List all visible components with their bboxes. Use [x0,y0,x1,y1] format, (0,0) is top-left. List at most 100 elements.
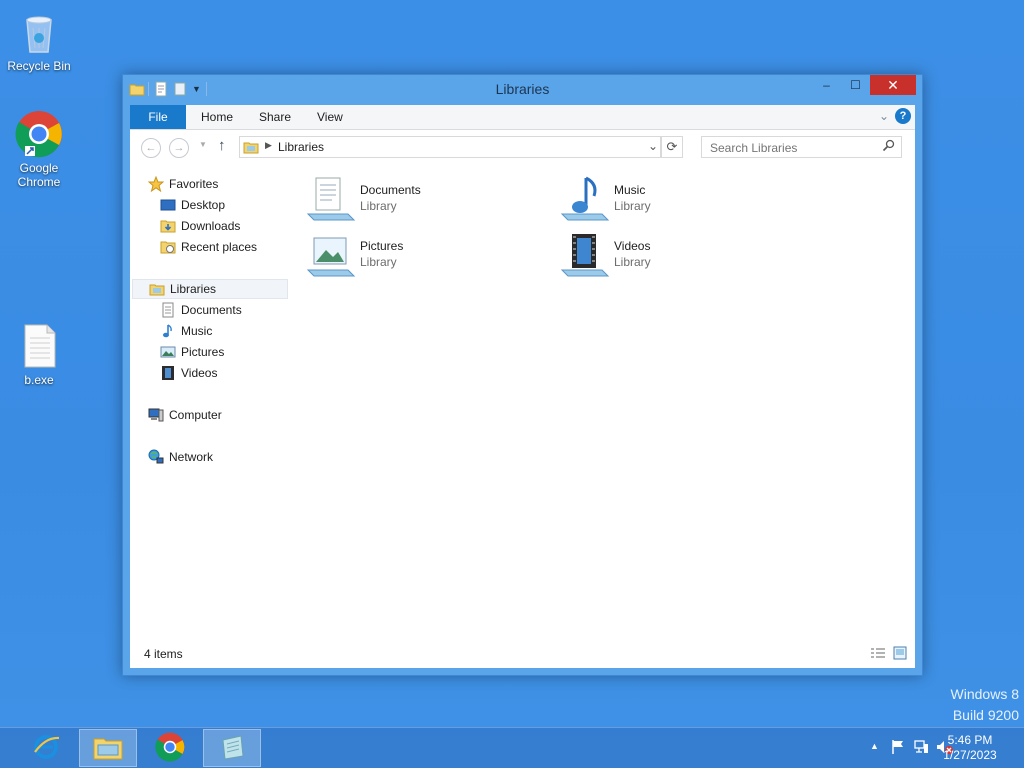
downloads-icon [160,218,176,234]
address-bar[interactable]: ▶ Libraries ⌄ [239,136,661,158]
address-row: ← → ▼ ↑ ▶ Libraries ⌄ ⟳ [130,130,915,166]
desktop-icon-label: Google Chrome [17,161,61,189]
tile-name: Music [614,183,646,197]
tab-share[interactable]: Share [259,105,291,129]
back-button[interactable]: ← [141,138,161,158]
taskbar-notepad[interactable] [203,729,261,767]
library-tile-documents[interactable]: Documents Library [306,174,546,224]
search-box[interactable] [701,136,902,158]
navigation-pane: Favorites Desktop Downloads Recent place… [130,174,288,638]
network-status-icon[interactable] [913,739,929,758]
nav-item-label: Documents [181,303,242,317]
library-tile-videos[interactable]: Videos Library [560,230,800,280]
status-bar: 4 items [130,640,915,668]
taskbar-file-explorer[interactable] [79,729,137,767]
desktop-icon-b-exe[interactable]: b.exe [4,322,74,387]
large-icons-view-icon[interactable] [893,646,907,663]
music-library-icon [560,174,610,224]
up-arrow-icon[interactable]: ↑ [218,137,226,154]
desktop-icon-google-chrome[interactable]: Google Chrome [4,110,74,189]
pictures-icon [160,344,176,360]
taskbar-chrome[interactable] [141,729,199,767]
content-pane: Documents Library Music Library Pictures… [300,174,915,638]
nav-item-documents[interactable]: Documents [160,300,242,320]
close-icon: ✕ [887,76,899,93]
videos-library-icon [560,230,610,280]
library-tile-pictures[interactable]: Pictures Library [306,230,546,280]
forward-button[interactable]: → [169,138,189,158]
tab-home[interactable]: Home [201,105,233,129]
action-center-flag-icon[interactable] [890,739,906,758]
minimize-icon: – [823,78,830,92]
nav-item-label: Desktop [181,198,226,212]
nav-item-label: Favorites [169,177,219,191]
chrome-icon [15,110,63,158]
breadcrumb[interactable]: Libraries [278,140,324,154]
libraries-icon [243,139,259,158]
maximize-button[interactable]: ☐ [841,75,870,95]
nav-item-music[interactable]: Music [160,321,212,341]
tile-type: Library [614,199,651,213]
notepad-icon [217,732,247,765]
system-tray: ▲ 5:46 PM 1/27/2023 [824,728,1024,768]
refresh-button[interactable]: ⟳ [661,136,683,158]
nav-item-label: Computer [169,408,222,422]
nav-item-desktop[interactable]: Desktop [160,195,225,215]
star-icon [147,175,165,193]
library-tile-music[interactable]: Music Library [560,174,800,224]
watermark-line-2: Build 9200 [952,707,1019,723]
nav-item-libraries[interactable]: Libraries [132,279,288,299]
nav-item-videos[interactable]: Videos [160,363,217,383]
windows-watermark: Windows 8 Build 9200 [951,686,1019,723]
nav-item-downloads[interactable]: Downloads [160,216,240,236]
tab-view[interactable]: View [317,105,343,129]
documents-library-icon [306,174,356,224]
tile-type: Library [360,199,397,213]
nav-item-recent-places[interactable]: Recent places [160,237,257,257]
nav-item-favorites[interactable]: Favorites [147,174,219,194]
taskbar-internet-explorer[interactable] [17,729,75,767]
documents-icon [160,302,176,318]
nav-item-label: Recent places [181,240,258,254]
tile-name: Pictures [360,239,404,253]
libraries-icon [149,281,165,297]
recent-locations-icon[interactable]: ▼ [199,140,207,149]
desktop-icon-label: Recycle Bin [7,59,71,73]
clock-date: 1/27/2023 [943,748,997,762]
clock[interactable]: 5:46 PM 1/27/2023 [940,733,1000,763]
nav-item-label: Network [169,450,214,464]
nav-item-computer[interactable]: Computer [148,405,222,425]
file-icon [15,322,63,370]
nav-item-pictures[interactable]: Pictures [160,342,224,362]
watermark-line-1: Windows 8 [950,686,1019,702]
nav-item-label: Libraries [170,282,217,296]
breadcrumb-separator-icon[interactable]: ▶ [265,140,272,151]
nav-item-label: Videos [181,366,218,380]
details-view-icon[interactable] [871,648,885,663]
network-icon [148,449,164,465]
search-icon[interactable] [882,139,896,156]
title-bar[interactable]: ▼ Libraries – ☐ ✕ [123,75,922,105]
videos-icon [160,365,176,381]
explorer-window[interactable]: ▼ Libraries – ☐ ✕ File Home Share View ⌄… [122,74,923,676]
search-input[interactable] [708,140,872,156]
minimize-button[interactable]: – [812,75,841,95]
window-title: Libraries [495,81,550,97]
nav-item-label: Music [181,324,213,338]
show-hidden-icons-icon[interactable]: ▲ [870,741,879,751]
item-count: 4 items [144,647,183,661]
tile-name: Documents [360,183,421,197]
taskbar: ▲ 5:46 PM 1/27/2023 [0,727,1024,768]
desktop-icon-recycle-bin[interactable]: Recycle Bin [4,8,74,73]
nav-item-network[interactable]: Network [148,447,213,467]
ribbon-tabs: File Home Share View ⌄ ? [130,105,915,130]
chrome-icon [155,732,185,765]
expand-ribbon-icon[interactable]: ⌄ [879,109,889,123]
help-icon[interactable]: ? [895,108,911,124]
desktop-icon [160,197,176,213]
close-button[interactable]: ✕ [870,75,916,95]
explorer-client: ← → ▼ ↑ ▶ Libraries ⌄ ⟳ Search Libraries… [130,130,915,668]
tab-file[interactable]: File [130,105,186,129]
address-dropdown-icon[interactable]: ⌄ [648,139,658,153]
file-explorer-icon [92,733,124,764]
